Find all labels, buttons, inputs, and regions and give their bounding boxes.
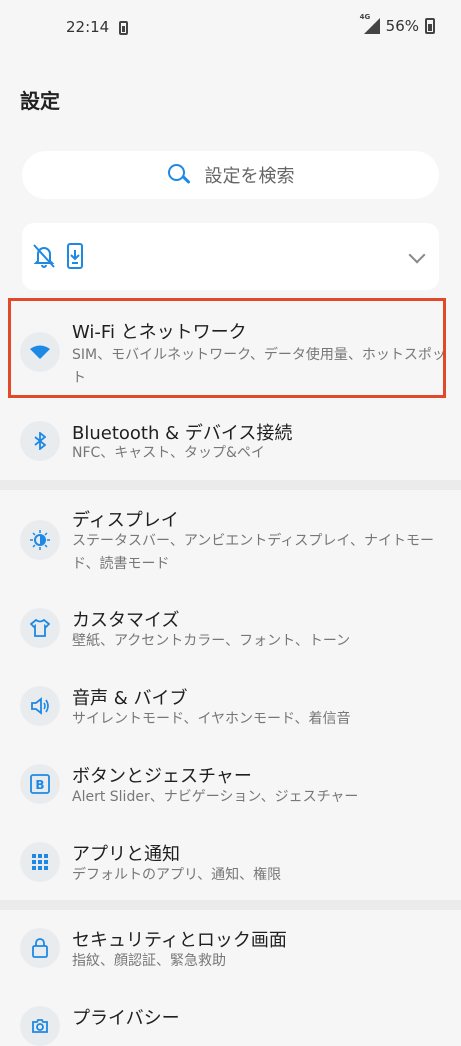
status-bar: 22:14 4G 56% [0, 0, 461, 58]
setting-subtitle: Alert Slider、ナビゲーション、ジェスチャー [72, 789, 359, 805]
setting-title: ボタンとジェスチャー [72, 766, 252, 787]
setting-wifi[interactable]: Wi-Fi とネットワーク SIM、モバイルネットワーク、データ使用量、ホットス… [0, 310, 461, 390]
setting-privacy[interactable]: プライバシー [0, 992, 461, 1046]
setting-title: 音声 & バイブ [72, 688, 188, 709]
quick-settings-card[interactable] [22, 223, 439, 290]
vibrate-icon[interactable] [66, 243, 84, 269]
apps-grid-icon [20, 842, 60, 882]
chevron-down-icon[interactable] [408, 246, 426, 264]
setting-buttons[interactable]: B ボタンとジェスチャー Alert Slider、ナビゲーション、ジェスチャー [0, 750, 461, 820]
setting-subtitle: 壁紙、アクセントカラー、フォント、トーン [72, 633, 351, 649]
battery-icon [425, 18, 435, 34]
setting-apps[interactable]: アプリと通知 デフォルトのアプリ、通知、権限 [0, 828, 461, 898]
status-time: 22:14 [66, 18, 110, 36]
setting-title: カスタマイズ [72, 610, 180, 631]
search-icon [167, 163, 191, 187]
search-input[interactable]: 設定を検索 [22, 151, 439, 199]
wifi-icon [20, 332, 60, 372]
network-type: 4G [359, 13, 371, 21]
setting-subtitle: NFC、キャスト、タップ&ペイ [72, 445, 265, 461]
button-b-icon: B [20, 764, 60, 804]
setting-subtitle: SIM、モバイルネットワーク、データ使用量、ホットスポット [72, 347, 446, 386]
brightness-icon [20, 520, 60, 560]
setting-title: セキュリティとロック画面 [72, 930, 287, 951]
shirt-icon [20, 608, 60, 648]
battery-percent: 56% [385, 17, 419, 35]
section-divider [0, 480, 461, 490]
svg-text:B: B [35, 778, 44, 792]
setting-title: ディスプレイ [72, 510, 179, 531]
setting-sound[interactable]: 音声 & バイブ サイレントモード、イヤホンモード、着信音 [0, 672, 461, 742]
setting-subtitle: デフォルトのアプリ、通知、権限 [72, 867, 282, 883]
setting-subtitle: サイレントモード、イヤホンモード、着信音 [72, 711, 351, 727]
setting-subtitle: ステータスバー、アンビエントディスプレイ、ナイトモード、読書モード [72, 533, 435, 572]
section-divider [0, 900, 461, 910]
setting-title: Wi-Fi とネットワーク [72, 322, 247, 343]
status-right: 4G 56% [360, 13, 435, 35]
setting-display[interactable]: ディスプレイ ステータスバー、アンビエントディスプレイ、ナイトモード、読書モード [0, 494, 461, 584]
speaker-icon [20, 686, 60, 726]
setting-title: プライバシー [72, 1008, 180, 1029]
setting-bluetooth[interactable]: Bluetooth & デバイス接続 NFC、キャスト、タップ&ペイ [0, 408, 461, 468]
setting-security[interactable]: セキュリティとロック画面 指紋、顔認証、緊急救助 [0, 914, 461, 984]
bell-off-icon[interactable] [32, 243, 56, 269]
setting-customize[interactable]: カスタマイズ 壁紙、アクセントカラー、フォント、トーン [0, 594, 461, 664]
bluetooth-icon [20, 421, 60, 461]
search-placeholder: 設定を検索 [204, 166, 295, 187]
lock-icon [20, 928, 60, 968]
battery-saver-icon [119, 21, 128, 35]
privacy-icon [20, 1006, 60, 1046]
signal-icon: 4G [360, 13, 380, 34]
page-title: 設定 [20, 89, 60, 113]
setting-title: アプリと通知 [72, 844, 180, 865]
setting-subtitle: 指紋、顔認証、緊急救助 [72, 953, 226, 969]
